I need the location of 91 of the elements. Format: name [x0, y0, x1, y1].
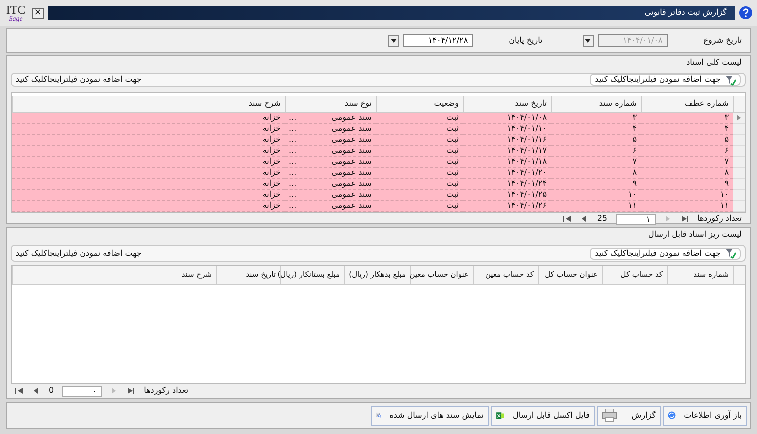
table-cell: ۴ [551, 124, 641, 135]
table-cell: ۱۴۰۴/۰۱/۱۰ [463, 124, 551, 135]
more-button[interactable]: ... [289, 124, 297, 134]
logo-text: ITC [6, 4, 26, 16]
doc-type: سند عمومی [332, 135, 372, 145]
table-cell: خزانه [12, 146, 285, 157]
doc-type: سند عمومی [332, 157, 372, 167]
column-header[interactable]: شماره عطف [641, 96, 733, 112]
table-cell: ۱۴۰۴/۰۱/۱۸ [463, 157, 551, 168]
doc-type: سند عمومی [332, 201, 372, 211]
table-cell: ثبت [376, 146, 463, 157]
filter-hint: جهت اضافه نمودن فیلتراینجاکلیک کنید [16, 248, 142, 260]
table-cell: ۹ [641, 179, 733, 190]
column-header[interactable]: شماره سند [551, 96, 641, 112]
table-cell: ۱۴۰۴/۰۱/۱۶ [463, 135, 551, 146]
column-header[interactable]: تاریخ سند [463, 96, 551, 112]
column-header[interactable]: نوع سند [285, 96, 376, 112]
more-button[interactable]: ... [289, 135, 297, 145]
table-cell: ثبت [376, 124, 463, 135]
filter-hint: جهت اضافه نمودن فیلتراینجاکلیک کنید [16, 74, 142, 86]
action-button[interactable]: نمایش سند های ارسال شده [371, 406, 489, 426]
doc-type: سند عمومی [332, 179, 372, 189]
table-cell: ۱۴۰۴/۰۱/۲۴ [463, 179, 551, 190]
table-cell: ثبت [376, 168, 463, 179]
table-cell: خزانه [12, 179, 285, 190]
page-size: 0 [49, 385, 54, 397]
page-field[interactable]: ۰ [62, 386, 102, 396]
more-button[interactable]: ... [289, 179, 297, 189]
more-button[interactable]: ... [289, 157, 297, 167]
table-cell: ۳ [641, 113, 733, 124]
table-cell: ۱۱ [551, 201, 641, 212]
table-cell: خزانه [12, 168, 285, 179]
close-button[interactable]: × [32, 8, 44, 18]
table-cell: ثبت [376, 113, 463, 124]
record-count-label: تعداد رکوردها [698, 213, 742, 225]
filter-button[interactable]: جهت اضافه نمودن فیلتراینجاکلیک کنید [590, 248, 741, 260]
doc-type: سند عمومی [332, 124, 372, 134]
more-button[interactable]: ... [289, 190, 297, 200]
table-cell: ۱۴۰۴/۰۱/۲۵ [463, 190, 551, 201]
filter-button[interactable]: جهت اضافه نمودن فیلتراینجاکلیک کنید [590, 74, 741, 86]
table-cell: ۵ [641, 135, 733, 146]
table-cell: خزانه [12, 135, 285, 146]
table-cell: خزانه [12, 124, 285, 135]
table-cell: ۶ [551, 146, 641, 157]
page-size: 25 [597, 213, 608, 225]
page-field[interactable]: ۱ [616, 214, 656, 224]
table-cell: خزانه [12, 157, 285, 168]
panel-title: لیست کلی اسناد [686, 57, 743, 69]
date-label: تاریخ پایان [509, 34, 543, 46]
table-cell: ۱۴۰۴/۰۱/۲۰ [463, 168, 551, 179]
table-cell: ۸ [551, 168, 641, 179]
more-button[interactable]: ... [289, 113, 297, 123]
table-cell: ثبت [376, 157, 463, 168]
table-cell: ۳ [551, 113, 641, 124]
table-cell: ۱۰ [641, 190, 733, 201]
more-button[interactable]: ... [289, 201, 297, 211]
table-cell: ۱۱ [641, 201, 733, 212]
table-cell: ثبت [376, 201, 463, 212]
table-cell: ۱۴۰۴/۰۱/۲۶ [463, 201, 551, 212]
table-cell: ۷ [551, 157, 641, 168]
table-cell: ۴ [641, 124, 733, 135]
table-cell: ۱۰ [551, 190, 641, 201]
table-cell: ثبت [376, 190, 463, 201]
doc-type: سند عمومی [332, 168, 372, 178]
date-field[interactable]: ۱۴۰۴/۱۲/۲۸ [403, 34, 474, 47]
table-cell: خزانه [12, 190, 285, 201]
table-cell: ۸ [641, 168, 733, 179]
panel-title: لیست ریز اسناد قابل ارسال [648, 229, 743, 241]
table-cell: ۵ [551, 135, 641, 146]
table-cell: ۹ [551, 179, 641, 190]
action-button[interactable]: فایل اکسل قابل ارسال [491, 406, 595, 426]
table-cell: ۶ [641, 146, 733, 157]
table-cell: ۷ [641, 157, 733, 168]
action-button[interactable]: باز آوری اطلاعات [663, 406, 747, 426]
table-cell: ۱۴۰۴/۰۱/۱۷ [463, 146, 551, 157]
more-button[interactable]: ... [289, 146, 297, 156]
doc-type: سند عمومی [332, 113, 372, 123]
table-cell: ۱۴۰۴/۰۱/۰۸ [463, 113, 551, 124]
table-cell: خزانه [12, 113, 285, 124]
table-cell: ثبت [376, 179, 463, 190]
column-header[interactable]: شرح سند [12, 96, 285, 112]
record-count-label: تعداد رکوردها [144, 385, 189, 397]
date-label: تاریخ شروع [704, 34, 742, 46]
more-button[interactable]: ... [289, 168, 297, 178]
window-title: گزارش ثبت دفاتر قانونی [644, 7, 727, 19]
column-header[interactable]: وضعیت [376, 96, 463, 112]
doc-type: سند عمومی [332, 190, 372, 200]
doc-type: سند عمومی [332, 146, 372, 156]
action-button[interactable]: گزارش [597, 406, 661, 426]
table-cell: خزانه [12, 201, 285, 212]
table-cell: ثبت [376, 135, 463, 146]
